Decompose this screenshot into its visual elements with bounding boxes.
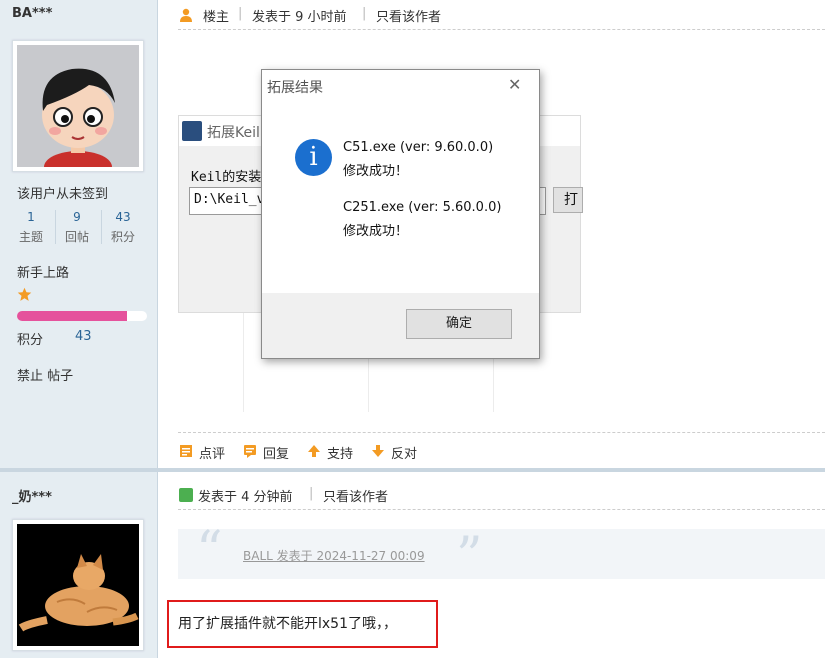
- meta-separator: |: [309, 486, 314, 501]
- post-time: 发表于 9 小时前: [252, 10, 347, 25]
- stat-value-points[interactable]: 43: [103, 210, 143, 224]
- meta-separator: |: [238, 6, 243, 21]
- quote-source-link[interactable]: BALL 发表于 2024-11-27 00:09: [243, 547, 425, 564]
- dialog-line-c51: C51.exe (ver: 9.60.0.0): [343, 140, 494, 155]
- bg-path-value: D:\Keil_v: [194, 192, 265, 207]
- stat-divider: [101, 210, 102, 244]
- quote-icon: “: [196, 521, 223, 581]
- dialog-line-c251-status: 修改成功！: [343, 224, 409, 239]
- dialog-title: 拓展结果: [267, 80, 323, 96]
- dialog-footer: 确定: [262, 293, 539, 358]
- only-author-link[interactable]: 只看该作者: [323, 486, 388, 505]
- grid-line: [493, 358, 494, 412]
- rank-progress-fill: [17, 311, 127, 321]
- support-button[interactable]: 支持: [327, 443, 353, 462]
- header-divider: [178, 509, 825, 510]
- user-rank[interactable]: 新手上路: [17, 262, 69, 281]
- user-icon: [180, 8, 192, 22]
- only-author-link[interactable]: 只看该作者: [376, 6, 441, 25]
- grid-line: [368, 358, 369, 412]
- ban-status: 禁止 帖子: [17, 369, 74, 384]
- post-message: 用了扩展插件就不能开lx51了哦，，: [178, 616, 397, 632]
- comment-icon: [180, 445, 192, 457]
- comment-button[interactable]: 点评: [199, 443, 225, 462]
- avatar-cartoon-icon: [17, 45, 139, 183]
- post-separator: [0, 468, 825, 472]
- points-value[interactable]: 43: [75, 329, 92, 344]
- stat-value-topics[interactable]: 1: [11, 210, 51, 224]
- rank-progress-bar: [17, 311, 147, 321]
- reply-button[interactable]: 回复: [263, 443, 289, 462]
- dialog-line-c251: C251.exe (ver: 5.60.0.0): [343, 200, 502, 215]
- reply-icon: [244, 445, 256, 458]
- stat-label-points: 积分: [110, 230, 135, 244]
- embedded-result-dialog: 拓展结果 ✕ i C51.exe (ver: 9.60.0.0) 修改成功！ C…: [261, 69, 540, 359]
- bg-window-title: 拓展Keil: [207, 125, 260, 141]
- stat-value-replies[interactable]: 9: [57, 210, 97, 224]
- bg-browse-button: 打: [553, 187, 583, 213]
- grid-line: [243, 300, 244, 412]
- quote-icon: ”: [456, 527, 483, 587]
- points-label: 积分: [17, 333, 44, 348]
- stat-divider: [55, 210, 56, 244]
- avatar-cat-icon: [17, 524, 139, 646]
- actions-divider: [178, 432, 825, 433]
- app-icon: [182, 121, 202, 141]
- post-time: 发表于 4 分钟前: [198, 490, 293, 505]
- header-divider: [178, 29, 825, 30]
- author-name[interactable]: BA***: [12, 6, 52, 21]
- ok-button: 确定: [406, 309, 512, 339]
- avatar[interactable]: [12, 519, 144, 651]
- stat-label-topics: 主题: [18, 230, 43, 244]
- stat-label-replies: 回帖: [64, 230, 89, 244]
- close-icon: ✕: [508, 75, 522, 94]
- dialog-line-c51-status: 修改成功！: [343, 164, 409, 179]
- author-name[interactable]: _奶***: [12, 486, 52, 505]
- support-arrow-icon: [308, 445, 320, 457]
- floor-label: 楼主: [203, 10, 230, 25]
- user-icon: [179, 488, 193, 502]
- meta-separator: |: [362, 6, 367, 21]
- bg-keil-label: Keil的安装: [191, 170, 262, 185]
- info-icon: i: [295, 139, 332, 176]
- star-icon: [17, 287, 32, 301]
- quote-block: “ BALL 发表于 2024-11-27 00:09 ”: [178, 521, 825, 587]
- signin-status: 该用户从未签到: [17, 187, 109, 202]
- avatar[interactable]: [12, 40, 144, 183]
- oppose-arrow-icon: [372, 445, 384, 457]
- oppose-button[interactable]: 反对: [391, 443, 417, 462]
